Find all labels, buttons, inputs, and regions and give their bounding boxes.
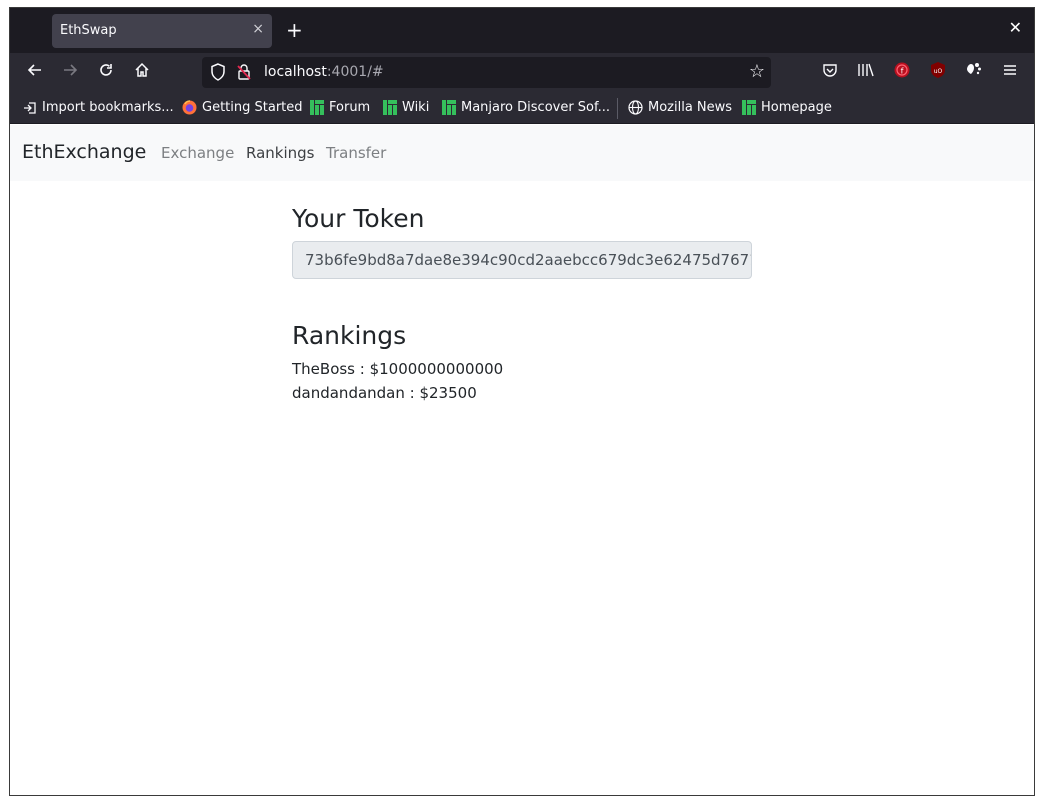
site-brand[interactable]: EthExchange (22, 141, 146, 163)
main-content: Your Token 73b6fe9bd8a7dae8e394c90cd2aae… (292, 204, 762, 405)
shield-icon[interactable] (210, 63, 226, 85)
manjaro-icon (742, 100, 756, 115)
svg-text:uO: uO (934, 68, 943, 75)
nav-toolbar: localhost:4001/# ☆ f uO (10, 53, 1034, 93)
bookmark-getting-started[interactable]: Getting Started (182, 100, 303, 115)
extension-red-icon[interactable]: f (890, 61, 914, 85)
bookmark-label: Import bookmarks... (42, 100, 174, 115)
menu-icon[interactable] (998, 61, 1022, 85)
nav-link-exchange[interactable]: Exchange (161, 144, 234, 162)
bookmark-manjaro-discover[interactable]: Manjaro Discover Sof... (442, 100, 610, 115)
token-heading: Your Token (292, 204, 425, 233)
bookmark-label: Mozilla News (648, 100, 733, 115)
insecure-lock-icon[interactable] (236, 63, 252, 85)
manjaro-icon (383, 100, 397, 115)
rankings-list: TheBoss : $1000000000000 dandandandan : … (292, 357, 762, 405)
back-icon[interactable] (22, 61, 48, 85)
globe-icon (628, 100, 643, 115)
bookmark-label: Wiki (402, 100, 430, 115)
bookmark-label: Forum (329, 100, 371, 115)
library-icon[interactable] (854, 61, 878, 85)
browser-window: EthSwap × + ✕ localhost:4001/# ☆ f uO Im… (9, 7, 1035, 796)
ublock-icon[interactable]: uO (926, 61, 950, 85)
bookmark-import[interactable]: Import bookmarks... (23, 100, 174, 115)
home-icon[interactable] (129, 61, 155, 85)
tab-bar: EthSwap × + ✕ (10, 8, 1034, 53)
firefox-icon (182, 100, 197, 115)
bookmarks-separator (617, 98, 618, 119)
reload-icon[interactable] (93, 61, 119, 85)
ranking-entry: dandandandan : $23500 (292, 384, 477, 402)
site-navbar: EthExchange Exchange Rankings Transfer (10, 125, 1034, 181)
url-bar[interactable]: localhost:4001/# ☆ (202, 57, 771, 88)
bookmark-label: Manjaro Discover Sof... (461, 100, 611, 115)
forward-icon[interactable] (57, 61, 83, 85)
window-close-icon[interactable]: ✕ (1009, 18, 1022, 37)
url-host: localhost (264, 64, 327, 80)
web-page: EthExchange Exchange Rankings Transfer Y… (10, 125, 1034, 795)
tab-ethswap[interactable]: EthSwap × (52, 14, 272, 48)
bookmark-label: Homepage (761, 100, 832, 115)
manjaro-icon (310, 100, 324, 115)
tab-close-icon[interactable]: × (252, 21, 264, 37)
bookmark-homepage[interactable]: Homepage (742, 100, 832, 115)
url-path: :4001/# (326, 64, 384, 80)
bookmark-mozilla-news[interactable]: Mozilla News (628, 100, 732, 115)
nav-link-transfer[interactable]: Transfer (326, 144, 386, 162)
url-text[interactable]: localhost:4001/# (264, 64, 384, 80)
new-tab-icon[interactable]: + (286, 16, 303, 44)
svg-text:f: f (901, 67, 904, 76)
import-icon (24, 101, 36, 114)
gnome-extension-icon[interactable] (962, 61, 986, 85)
ranking-entry: TheBoss : $1000000000000 (292, 360, 504, 378)
bookmark-star-icon[interactable]: ☆ (749, 61, 765, 82)
nav-link-rankings[interactable]: Rankings (246, 144, 315, 162)
pocket-icon[interactable] (818, 61, 842, 85)
bookmark-label: Getting Started (202, 100, 303, 115)
bookmark-wiki[interactable]: Wiki (383, 100, 429, 115)
bookmarks-bar: Import bookmarks... Getting Started Foru… (10, 93, 1034, 124)
token-field[interactable]: 73b6fe9bd8a7dae8e394c90cd2aaebcc679dc3e6… (292, 241, 752, 279)
manjaro-icon (442, 100, 456, 115)
bookmark-forum[interactable]: Forum (310, 100, 370, 115)
tab-title: EthSwap (60, 23, 117, 38)
rankings-heading: Rankings (292, 321, 407, 350)
